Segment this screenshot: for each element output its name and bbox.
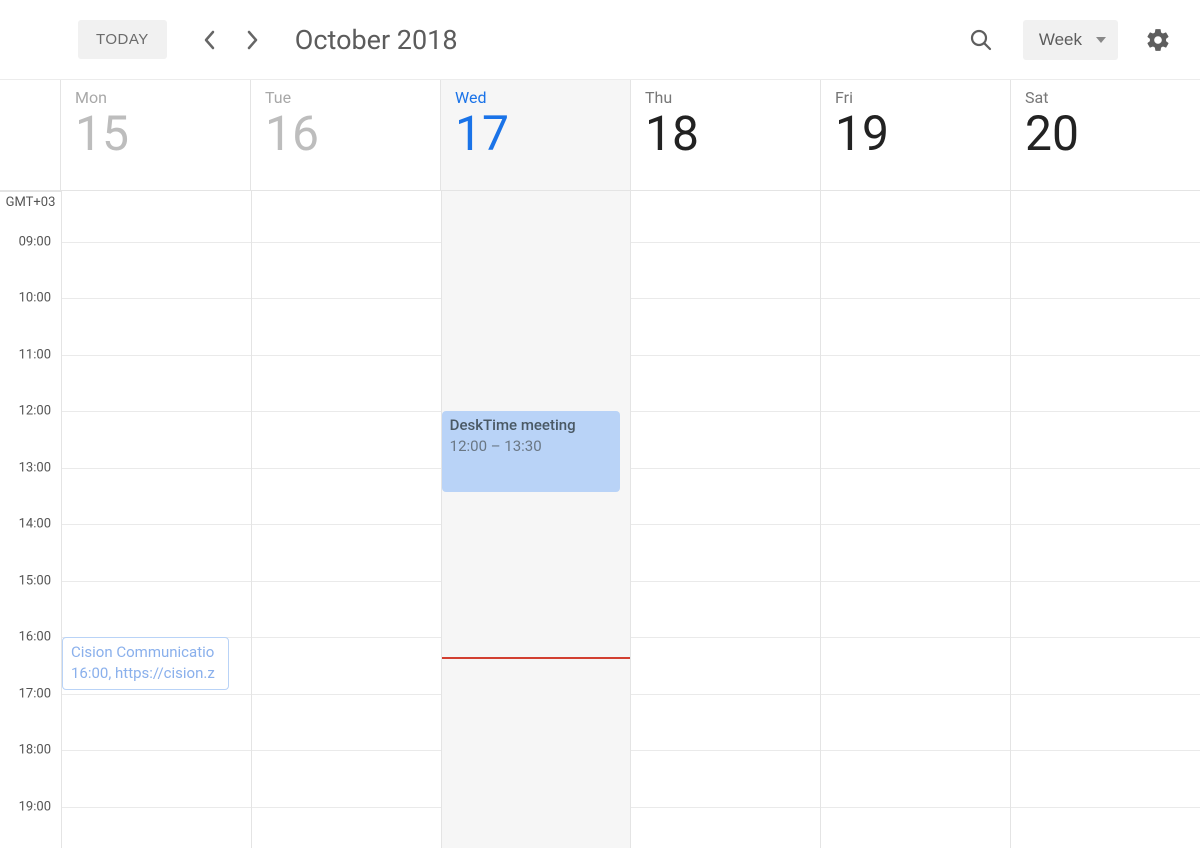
search-button[interactable] xyxy=(961,20,1001,60)
event-subtitle: 12:00 – 13:30 xyxy=(450,436,613,456)
hour-label: 16:00 xyxy=(19,630,51,645)
chevron-down-icon xyxy=(1096,37,1106,43)
grid-columns: Cision Communicatio16:00, https://cision… xyxy=(61,191,1200,848)
day-header-fri[interactable]: Fri19 xyxy=(821,80,1011,190)
hour-label: 12:00 xyxy=(19,404,51,419)
day-header-tue[interactable]: Tue16 xyxy=(251,80,441,190)
prev-week-button[interactable] xyxy=(191,22,227,58)
day-number: 20 xyxy=(1025,105,1190,162)
chevron-left-icon xyxy=(203,30,215,50)
day-column-thu[interactable] xyxy=(630,191,820,848)
day-header-mon[interactable]: Mon15 xyxy=(61,80,251,190)
event-title: DeskTime meeting xyxy=(450,415,613,435)
day-header-row: Mon15Tue16Wed17Thu18Fri19Sat20 xyxy=(0,80,1200,191)
day-column-sat[interactable] xyxy=(1010,191,1200,848)
time-gutter: 09:00 10:00 11:00 12:00 13:00 14:00 15:00 16:00… xyxy=(0,191,61,848)
hour-label: 11:00 xyxy=(19,347,51,362)
day-header-thu[interactable]: Thu18 xyxy=(631,80,821,190)
hour-label: 17:00 xyxy=(19,686,51,701)
view-selector[interactable]: Week xyxy=(1023,20,1118,60)
gear-icon xyxy=(1145,27,1171,53)
event-subtitle: 16:00, https://cision.z xyxy=(71,663,220,683)
day-column-mon[interactable]: Cision Communicatio16:00, https://cision… xyxy=(61,191,251,848)
day-number: 17 xyxy=(455,105,620,162)
hour-label: 10:00 xyxy=(19,291,51,306)
day-number: 19 xyxy=(835,105,1000,162)
calendar-event[interactable]: Cision Communicatio16:00, https://cision… xyxy=(62,637,229,690)
day-column-tue[interactable] xyxy=(251,191,441,848)
day-header-sat[interactable]: Sat20 xyxy=(1011,80,1200,190)
day-header-wed[interactable]: Wed17 xyxy=(441,80,631,190)
hour-label: 19:00 xyxy=(19,799,51,814)
view-selector-label: Week xyxy=(1039,30,1082,50)
day-column-wed[interactable]: DeskTime meeting12:00 – 13:30 xyxy=(441,191,631,848)
day-number: 16 xyxy=(265,105,430,162)
calendar-grid: 09:00 10:00 11:00 12:00 13:00 14:00 15:00 16:00… xyxy=(0,191,1200,848)
day-number: 15 xyxy=(75,105,240,162)
hour-label: 18:00 xyxy=(19,743,51,758)
month-title: October 2018 xyxy=(295,24,458,56)
next-week-button[interactable] xyxy=(235,22,271,58)
event-title: Cision Communicatio xyxy=(71,642,220,662)
calendar-event[interactable]: DeskTime meeting12:00 – 13:30 xyxy=(442,411,621,492)
chevron-right-icon xyxy=(247,30,259,50)
settings-button[interactable] xyxy=(1138,20,1178,60)
today-button[interactable]: TODAY xyxy=(78,20,167,59)
current-time-indicator xyxy=(442,657,631,659)
header-bar: TODAY October 2018 Week xyxy=(0,0,1200,80)
hour-label: 13:00 xyxy=(19,460,51,475)
timezone-gutter-stub xyxy=(0,80,61,190)
day-number: 18 xyxy=(645,105,810,162)
hour-label: 15:00 xyxy=(19,573,51,588)
search-icon xyxy=(969,28,993,52)
hour-label: 09:00 xyxy=(19,234,51,249)
day-column-fri[interactable] xyxy=(820,191,1010,848)
nav-arrows xyxy=(191,22,271,58)
hour-label: 14:00 xyxy=(19,517,51,532)
